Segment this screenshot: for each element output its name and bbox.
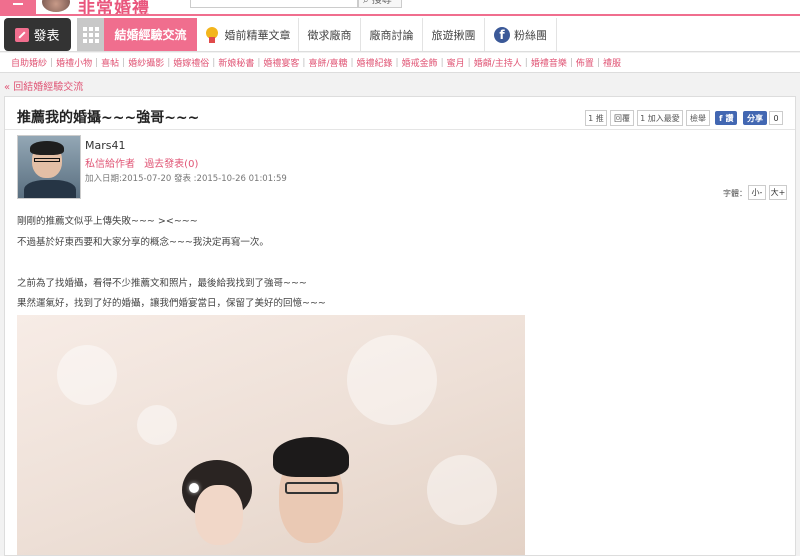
post-button[interactable]: 發表 xyxy=(4,18,71,51)
category-link[interactable]: 婚顧/主持人 xyxy=(471,56,525,69)
menu-icon[interactable] xyxy=(0,0,36,14)
nav-tab-travel-group[interactable]: 旅遊揪團 xyxy=(423,18,485,51)
search-icon: ⌕ xyxy=(363,0,369,6)
wedding-photo xyxy=(17,315,525,555)
pencil-icon xyxy=(15,27,30,42)
facebook-share-button[interactable]: 分享 xyxy=(743,111,767,125)
category-link[interactable]: 禮服 xyxy=(600,56,624,69)
search-input[interactable] xyxy=(190,0,358,8)
reply-button[interactable]: 回覆 xyxy=(610,110,634,126)
logo-image[interactable] xyxy=(42,0,70,12)
font-larger-button[interactable]: 大+ xyxy=(769,185,787,200)
category-link[interactable]: 婚嫁禮俗 xyxy=(170,56,212,69)
search-button[interactable]: ⌕ 搜尋 xyxy=(358,0,402,8)
category-link[interactable]: 蜜月 xyxy=(444,56,468,69)
fb-like-label: 讚 xyxy=(725,113,734,123)
post-paragraph: 果然運氣好，找到了好的婚攝，讓我們婚宴當日，保留了美好的回憶~~~ xyxy=(17,298,326,309)
nav-tab-featured-articles[interactable]: 婚前精華文章 xyxy=(197,18,299,51)
nav-tab-label: 粉絲團 xyxy=(514,28,547,42)
grid-icon[interactable] xyxy=(77,18,104,51)
font-size-label: 字體： xyxy=(723,189,747,198)
search-button-label: 搜尋 xyxy=(371,0,392,6)
back-to-forum-link[interactable]: « 回結婚經驗交流 xyxy=(4,78,83,93)
nav-tab-label: 婚前精華文章 xyxy=(224,28,291,42)
category-bar: 自助婚紗 | 婚禮小物 | 喜帖 | 婚紗攝影 | 婚嫁禮俗 | 新娘秘書 | 婚禮宴客 | … xyxy=(0,53,800,73)
nav-tab-fan-page[interactable]: f 粉絲團 xyxy=(485,18,557,51)
title-divider xyxy=(5,129,795,130)
category-link[interactable]: 婚禮音樂 xyxy=(528,56,570,69)
category-link[interactable]: 自助婚紗 xyxy=(8,56,50,69)
report-button[interactable]: 檢舉 xyxy=(686,110,710,126)
category-link[interactable]: 新娘秘書 xyxy=(215,56,257,69)
facebook-icon: f xyxy=(719,113,723,123)
category-link[interactable]: 佈置 xyxy=(573,56,597,69)
post-paragraph: 不過基於好東西要和大家分享的概念~~~我決定再寫一次。 xyxy=(17,237,269,248)
main-nav: 發表 結婚經驗交流 婚前精華文章 徵求廠商 廠商討論 旅遊揪團 f 粉絲團 xyxy=(0,16,800,52)
author-links: 私信給作者 過去發表(0) xyxy=(85,155,204,170)
author-name[interactable]: Mars41 xyxy=(85,139,125,152)
category-link[interactable]: 婚禮紀錄 xyxy=(354,56,396,69)
top-header: 非常婚禮 ⌕ 搜尋 xyxy=(0,0,800,19)
category-link[interactable]: 婚禮宴客 xyxy=(260,56,302,69)
category-link[interactable]: 婚禮小物 xyxy=(53,56,95,69)
like-button[interactable]: 1 推 xyxy=(585,110,607,126)
facebook-icon: f xyxy=(494,26,510,43)
private-message-link[interactable]: 私信給作者 xyxy=(85,159,135,170)
category-link[interactable]: 喜餅/喜糖 xyxy=(305,56,350,69)
category-link[interactable]: 婚戒金飾 xyxy=(399,56,441,69)
nav-tab-vendor-request[interactable]: 徵求廠商 xyxy=(299,18,361,51)
avatar[interactable] xyxy=(17,135,81,199)
post-panel: 推薦我的婚攝~~~強哥~~~ 1 推 回覆 1 加入最愛 檢舉 f 讚 分享 0… xyxy=(4,96,796,556)
category-link[interactable]: 喜帖 xyxy=(98,56,122,69)
post-dates: 加入日期:2015-07-20 發表 :2015-10-26 01:01:59 xyxy=(85,174,287,184)
nav-tab-vendor-discussion[interactable]: 廠商討論 xyxy=(361,18,423,51)
nav-tab-experience[interactable]: 結婚經驗交流 xyxy=(104,18,197,51)
font-smaller-button[interactable]: 小- xyxy=(748,185,766,200)
post-title: 推薦我的婚攝~~~強哥~~~ xyxy=(17,110,200,126)
post-paragraph: 剛剛的推薦文似乎上傳失敗~~~ ><~~~ xyxy=(17,216,198,227)
share-count: 0 xyxy=(769,111,783,125)
category-link[interactable]: 婚紗攝影 xyxy=(125,56,167,69)
medal-icon xyxy=(205,26,219,43)
post-button-label: 發表 xyxy=(33,29,60,44)
past-posts-link[interactable]: 過去發表(0) xyxy=(144,159,198,170)
post-paragraph: 之前為了找婚攝，看得不少推薦文和照片，最後給我找到了強哥~~~ xyxy=(17,278,307,289)
add-favorite-button[interactable]: 1 加入最愛 xyxy=(637,110,683,126)
facebook-like-button[interactable]: f 讚 xyxy=(715,111,738,125)
